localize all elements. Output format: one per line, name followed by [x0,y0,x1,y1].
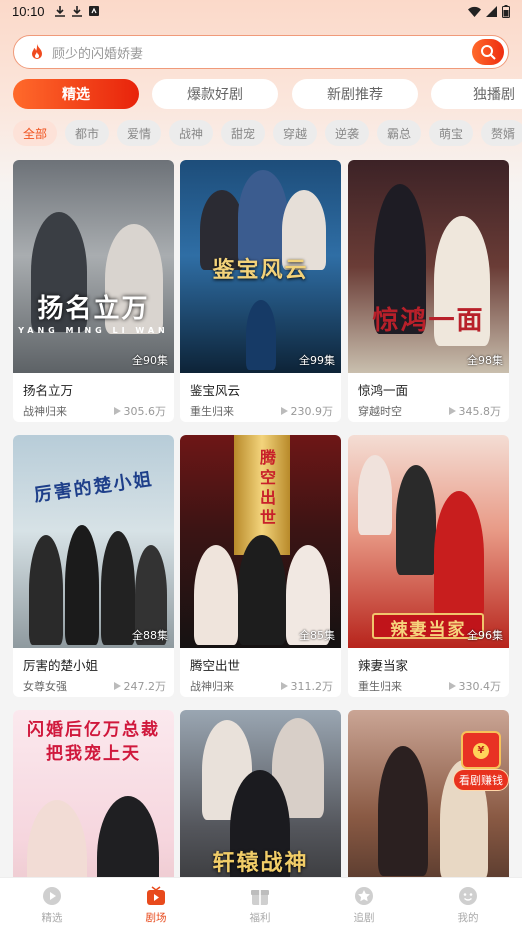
episode-count: 全96集 [467,629,503,642]
poster-title: 惊鸿一面 [372,306,485,336]
status-bar: 10:10 [0,0,522,22]
top-tabs: 精选 爆款好剧 新剧推荐 独播剧 [13,79,522,109]
view-count: 330.4万 [448,678,501,694]
poster-title: 轩辕战神 [212,850,309,876]
poster-title: 闪婚后亿万总裁把我宠上天 [27,720,160,764]
poster-image: 轩辕战神 [180,710,341,877]
play-icon [113,407,121,415]
nav-welfare[interactable]: 福利 [208,878,312,929]
drama-title: 惊鸿一面 [358,383,409,398]
star-icon [355,887,373,905]
poster-image: 腾空出世 全85集 [180,435,341,648]
play-icon [280,407,288,415]
view-count: 345.8万 [448,403,501,419]
category-chip[interactable]: 爱情 [117,120,161,146]
drama-card[interactable]: 鉴宝风云 全99集 鉴宝风云 重生归来 230.9万 [180,160,341,422]
drama-card[interactable]: 惊鸿一面 全98集 惊鸿一面 穿越时空 345.8万 [348,160,509,422]
drama-card[interactable]: 闪婚后亿万总裁把我宠上天 [13,710,174,877]
signal-icon [486,5,497,17]
poster-image: 鉴宝风云 全99集 [180,160,341,373]
play-icon [280,682,288,690]
poster-image: 辣妻当家 全96集 [348,435,509,648]
nav-profile[interactable]: 我的 [416,878,520,929]
drama-title: 扬名立万 [23,383,74,398]
drama-card[interactable]: 辣妻当家 全96集 辣妻当家 重生归来 330.4万 [348,435,509,697]
wifi-icon [468,6,481,17]
category-chip[interactable]: 赘婿 [481,120,522,146]
poster-image: 厉害的楚小姐 全88集 [13,435,174,648]
play-icon [113,682,121,690]
reward-label: 看剧赚钱 [453,769,509,791]
smile-icon [459,887,477,905]
red-envelope-icon: ¥ [461,731,501,769]
category-chip[interactable]: 霸总 [377,120,421,146]
poster-image: 闪婚后亿万总裁把我宠上天 [13,710,174,877]
poster-subtitle: YANG MING LI WAN [18,326,169,335]
poster-image: 惊鸿一面 全98集 [348,160,509,373]
drama-genre: 穿越时空 [358,405,402,418]
category-filter: 全部 都市 爱情 战神 甜宠 穿越 逆袭 霸总 萌宝 赘婿 [13,120,522,146]
category-chip[interactable]: 都市 [65,120,109,146]
category-chip[interactable]: 萌宝 [429,120,473,146]
drama-genre: 重生归来 [190,405,234,418]
play-icon [448,682,456,690]
drama-genre: 重生归来 [358,680,402,693]
view-count: 311.2万 [280,678,333,694]
tab-hot[interactable]: 爆款好剧 [152,79,278,109]
gift-icon [251,890,269,905]
play-circle-icon [43,887,61,905]
poster-title: 扬名立万 [37,294,150,324]
tab-featured[interactable]: 精选 [13,79,139,109]
download-icon [71,5,82,17]
nav-featured[interactable]: 精选 [0,878,104,929]
tab-new[interactable]: 新剧推荐 [292,79,418,109]
category-chip[interactable]: 战神 [169,120,213,146]
tab-exclusive[interactable]: 独播剧 [431,79,522,109]
drama-card[interactable]: 厉害的楚小姐 全88集 厉害的楚小姐 女尊女强 247.2万 [13,435,174,697]
drama-title: 辣妻当家 [358,658,409,673]
search-bar[interactable]: 顾少的闪婚娇妻 [13,35,509,69]
fire-icon [32,44,42,59]
status-time: 10:10 [12,3,45,19]
category-chip[interactable]: 逆袭 [325,120,369,146]
search-icon [481,45,496,60]
search-button[interactable] [472,39,504,65]
tv-icon [147,886,165,905]
drama-card[interactable]: 扬名立万 YANG MING LI WAN 全90集 扬名立万 战神归来 305… [13,160,174,422]
drama-grid: 扬名立万 YANG MING LI WAN 全90集 扬名立万 战神归来 305… [13,160,522,877]
poster-image: 扬名立万 YANG MING LI WAN 全90集 [13,160,174,373]
drama-card[interactable]: 腾空出世 全85集 腾空出世 战神归来 311.2万 [180,435,341,697]
nav-following[interactable]: 追剧 [312,878,416,929]
category-chip[interactable]: 甜宠 [221,120,265,146]
drama-title: 腾空出世 [190,658,241,673]
poster-title: 鉴宝风云 [212,257,309,283]
episode-count: 全90集 [132,354,168,367]
watch-earn-reward[interactable]: ¥ 看剧赚钱 [453,731,509,793]
view-count: 305.6万 [113,403,166,419]
episode-count: 全85集 [299,629,335,642]
episode-count: 全98集 [467,354,503,367]
drama-genre: 女尊女强 [23,680,67,693]
episode-count: 全99集 [299,354,335,367]
drama-genre: 战神归来 [23,405,67,418]
category-chip[interactable]: 全部 [13,120,57,146]
episode-count: 全88集 [132,629,168,642]
drama-card[interactable]: 轩辕战神 [180,710,341,877]
app-notification-icon [88,6,99,16]
view-count: 230.9万 [280,403,333,419]
drama-title: 鉴宝风云 [190,383,241,398]
view-count: 247.2万 [113,678,166,694]
category-chip[interactable]: 穿越 [273,120,317,146]
drama-title: 厉害的楚小姐 [23,658,99,673]
poster-title: 厉害的楚小姐 [32,468,155,507]
bottom-navigation: 精选 剧场 福利 追剧 我的 [0,877,522,929]
battery-icon [502,4,510,18]
poster-title: 腾空出世 [257,449,276,529]
search-input[interactable]: 顾少的闪婚娇妻 [52,43,472,62]
play-icon [448,407,456,415]
nav-theater[interactable]: 剧场 [104,878,208,929]
drama-genre: 战神归来 [190,680,234,693]
download-icon [54,5,65,17]
